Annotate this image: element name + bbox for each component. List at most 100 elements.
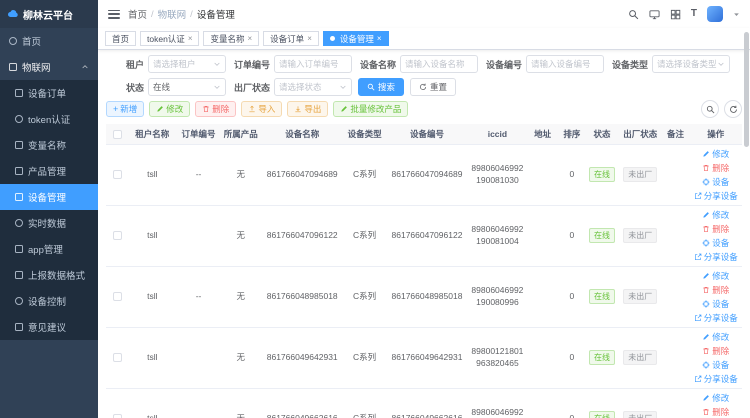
hamburger-icon[interactable] <box>108 10 120 19</box>
batch-edit-product-button[interactable]: 批量修改产品 <box>333 101 408 117</box>
home-icon <box>9 37 17 45</box>
row-delete-link[interactable]: 删除 <box>692 405 740 418</box>
row-edit-link[interactable]: 修改 <box>692 330 740 344</box>
filter-device-no: 设备编号 <box>484 55 604 73</box>
cell-sort: 0 <box>559 205 585 266</box>
cell-device-no: 861766047094689 <box>386 144 469 205</box>
cell-actions: 修改 删除 设备 分享设备 <box>690 388 742 418</box>
row-checkbox[interactable] <box>113 292 122 301</box>
cell-device-type: C系列 <box>343 144 385 205</box>
scrollbar[interactable] <box>744 32 749 412</box>
cell-remark <box>661 205 689 266</box>
row-share-link[interactable]: 分享设备 <box>692 189 740 203</box>
layout-grid-icon[interactable] <box>670 9 681 20</box>
factory-status-select[interactable]: 请选择状态 <box>274 78 352 96</box>
main-area: 首页 / 物联网 / 设备管理 T 首页 token认证 × <box>98 0 750 418</box>
sidebar-item-device-control[interactable]: 设备控制 <box>0 288 98 314</box>
sidebar-item-device-order[interactable]: 设备订单 <box>0 80 98 106</box>
row-checkbox[interactable] <box>113 170 122 179</box>
row-delete-link[interactable]: 删除 <box>692 222 740 236</box>
cell-iccid: 89806046992190081030 <box>468 144 526 205</box>
status-select[interactable]: 在线 <box>148 78 226 96</box>
row-checkbox[interactable] <box>113 414 122 418</box>
breadcrumb-home[interactable]: 首页 <box>128 7 147 21</box>
sidebar-item-product-mgmt[interactable]: 产品管理 <box>0 158 98 184</box>
row-checkbox[interactable] <box>113 231 122 240</box>
delete-button[interactable]: 删除 <box>195 101 236 117</box>
row-device-link[interactable]: 设备 <box>692 358 740 372</box>
cell-address <box>527 266 559 327</box>
row-delete-link[interactable]: 删除 <box>692 344 740 358</box>
reset-button[interactable]: 重置 <box>410 78 456 96</box>
tab-close-icon[interactable]: × <box>248 35 253 43</box>
sidebar-submenu: 设备订单 token认证 变量名称 产品管理 设备管理 <box>0 80 98 340</box>
sidebar-item-home[interactable]: 首页 <box>0 28 98 54</box>
sidebar-item-token-auth[interactable]: token认证 <box>0 106 98 132</box>
caret-down-icon[interactable] <box>733 11 740 18</box>
tab-variable-name[interactable]: 变量名称 × <box>203 31 259 46</box>
row-device-link[interactable]: 设备 <box>692 297 740 311</box>
app-logo[interactable]: 柳林云平台 <box>0 0 98 28</box>
reset-button-label: 重置 <box>430 81 447 93</box>
row-delete-link[interactable]: 删除 <box>692 161 740 175</box>
sidebar-item-label: app管理 <box>28 242 63 256</box>
add-button[interactable]: + 新增 <box>106 101 144 117</box>
tab-close-icon[interactable]: × <box>377 35 382 43</box>
device-name-input[interactable] <box>405 59 473 69</box>
row-device-link[interactable]: 设备 <box>692 236 740 250</box>
row-edit-link[interactable]: 修改 <box>692 208 740 222</box>
edit-icon <box>702 150 710 158</box>
select-placeholder: 请选择状态 <box>279 81 339 93</box>
device-no-input[interactable] <box>531 59 599 69</box>
row-edit-link[interactable]: 修改 <box>692 269 740 283</box>
tab-device-mgmt[interactable]: 设备管理 × <box>323 31 389 46</box>
trash-icon <box>702 225 710 233</box>
export-button[interactable]: 导出 <box>287 101 328 117</box>
edit-button[interactable]: 修改 <box>149 101 190 117</box>
search-button[interactable]: 搜索 <box>358 78 404 96</box>
tenant-select[interactable]: 请选择租户 <box>148 55 226 73</box>
avatar[interactable] <box>707 6 723 22</box>
row-delete-link[interactable]: 删除 <box>692 283 740 297</box>
search-icon <box>706 105 715 114</box>
fullscreen-icon[interactable] <box>649 9 660 20</box>
tab-close-icon[interactable]: × <box>307 35 312 43</box>
edit-icon <box>702 272 710 280</box>
row-edit-link[interactable]: 修改 <box>692 391 740 405</box>
sidebar-section-iot[interactable]: 物联网 <box>0 54 98 80</box>
order-no-input[interactable] <box>279 59 347 69</box>
logo-icon <box>7 8 19 20</box>
scrollbar-thumb[interactable] <box>744 32 749 147</box>
row-checkbox[interactable] <box>113 353 122 362</box>
sidebar-item-realtime-data[interactable]: 实时数据 <box>0 210 98 236</box>
edit-icon <box>156 105 164 113</box>
import-button[interactable]: 导入 <box>241 101 282 117</box>
row-device-link[interactable]: 设备 <box>692 175 740 189</box>
tab-device-order[interactable]: 设备订单 × <box>263 31 319 46</box>
row-share-link[interactable]: 分享设备 <box>692 311 740 325</box>
tab-label: 设备订单 <box>270 33 304 45</box>
cell-sort: 0 <box>559 266 585 327</box>
sidebar-item-variable-name[interactable]: 变量名称 <box>0 132 98 158</box>
sidebar-item-label: 设备管理 <box>28 190 66 204</box>
search-button-label: 搜索 <box>378 81 395 93</box>
row-share-link[interactable]: 分享设备 <box>692 250 740 264</box>
device-name-input-wrap <box>400 55 478 73</box>
sidebar-item-report-format[interactable]: 上报数据格式 <box>0 262 98 288</box>
font-size-icon[interactable]: T <box>691 9 697 19</box>
tab-token-auth[interactable]: token认证 × <box>140 31 199 46</box>
search-toggle-button[interactable] <box>701 100 719 118</box>
search-icon[interactable] <box>628 9 639 20</box>
sidebar-item-device-mgmt[interactable]: 设备管理 <box>0 184 98 210</box>
select-all-checkbox[interactable] <box>113 130 122 139</box>
sidebar-item-feedback[interactable]: 意见建议 <box>0 314 98 340</box>
tab-close-icon[interactable]: × <box>188 35 193 43</box>
refresh-button[interactable] <box>724 100 742 118</box>
row-edit-link[interactable]: 修改 <box>692 147 740 161</box>
token-auth-icon <box>15 115 23 123</box>
tab-home[interactable]: 首页 <box>105 31 136 46</box>
filter-label: 出厂状态 <box>232 81 274 94</box>
sidebar-item-app-mgmt[interactable]: app管理 <box>0 236 98 262</box>
row-share-link[interactable]: 分享设备 <box>692 372 740 386</box>
device-type-select[interactable]: 请选择设备类型 <box>652 55 730 73</box>
